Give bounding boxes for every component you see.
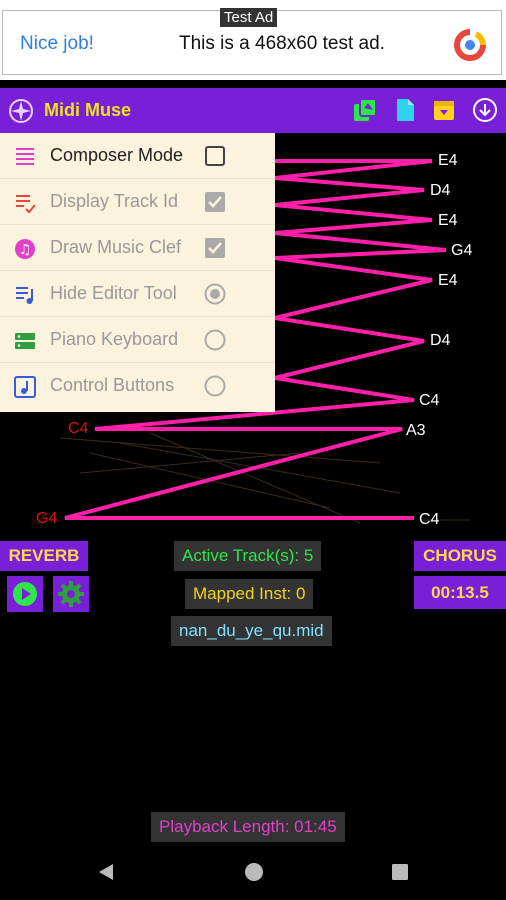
menu-item-label: Hide Editor Tool [50, 283, 177, 303]
mapped-inst-label: Mapped Inst: 0 [185, 579, 314, 609]
note-label: A3 [406, 422, 426, 439]
menu-item-label: Display Track Id [50, 191, 179, 211]
menu-item-label: Control Buttons [50, 375, 175, 395]
ad-logo-icon[interactable] [452, 28, 488, 62]
ad-text[interactable]: This is a 468x60 test ad. [179, 33, 385, 55]
time-display: 00:13.5 [414, 576, 506, 609]
recents-nav-icon[interactable] [390, 862, 410, 882]
file-name-label: nan_du_ye_qu.mid [171, 616, 332, 646]
options-menu: Composer Mode Display Track Id ♫ Draw Mu… [0, 133, 275, 412]
menu-item-composer-mode[interactable]: Composer Mode [0, 133, 275, 179]
settings-button[interactable] [53, 576, 89, 612]
note-label-red: G4 [36, 510, 58, 527]
note-label-red: C4 [68, 420, 89, 437]
playback-length-label: Playback Length: 01:45 [151, 812, 345, 842]
back-nav-icon[interactable] [96, 862, 116, 882]
note-label: E4 [438, 272, 458, 289]
note-label: D4 [430, 332, 451, 349]
home-nav-icon[interactable] [244, 862, 264, 882]
note-label: G4 [451, 242, 473, 259]
lines-icon [16, 148, 34, 165]
queue-music-icon [16, 287, 33, 304]
svg-text:♫: ♫ [19, 242, 32, 258]
archive-icon[interactable] [431, 97, 457, 123]
active-tracks-label: Active Track(s): 5 [174, 541, 322, 571]
app-title: Midi Muse [44, 100, 132, 120]
checkbox-unchecked[interactable] [204, 145, 226, 167]
menu-item-hide-editor-tool[interactable]: Hide Editor Tool [0, 271, 275, 317]
download-icon[interactable] [472, 97, 498, 123]
note-label: C4 [419, 511, 440, 528]
clef-icon: ♫ [15, 239, 35, 259]
radio-unselected[interactable] [204, 329, 226, 351]
play-button[interactable] [7, 576, 43, 612]
checkbox-checked[interactable] [204, 237, 226, 259]
ad-left-text[interactable]: Nice job! [20, 33, 94, 55]
keyboard-icon [15, 333, 35, 349]
playlist-icon [16, 195, 36, 214]
radio-selected[interactable] [204, 283, 226, 305]
layers-icon[interactable] [352, 97, 378, 123]
note-label: E4 [438, 212, 458, 229]
ad-banner[interactable]: Test Ad Nice job! This is a 468x60 test … [0, 0, 506, 80]
note-icon [14, 376, 36, 398]
play-icon [13, 582, 37, 606]
note-label: E4 [438, 152, 458, 169]
file-icon[interactable] [392, 97, 418, 123]
menu-item-label: Composer Mode [50, 145, 184, 165]
app-bar: Midi Muse [0, 88, 506, 133]
ad-badge: Test Ad [220, 8, 278, 27]
radio-unselected[interactable] [204, 375, 226, 397]
app-logo-icon [9, 99, 33, 123]
reverb-button[interactable]: REVERB [0, 541, 88, 571]
chorus-button[interactable]: CHORUS [414, 541, 506, 571]
menu-item-draw-music-clef[interactable]: ♫ Draw Music Clef [0, 225, 275, 271]
note-label: C4 [419, 392, 440, 409]
menu-item-piano-keyboard[interactable]: Piano Keyboard [0, 317, 275, 363]
gear-icon [58, 581, 84, 607]
menu-item-label: Piano Keyboard [50, 329, 179, 349]
menu-item-label: Draw Music Clef [50, 237, 182, 257]
checkbox-checked[interactable] [204, 191, 226, 213]
note-label: D4 [430, 182, 451, 199]
menu-item-display-track-id[interactable]: Display Track Id [0, 179, 275, 225]
menu-item-control-buttons[interactable]: Control Buttons [0, 363, 275, 409]
